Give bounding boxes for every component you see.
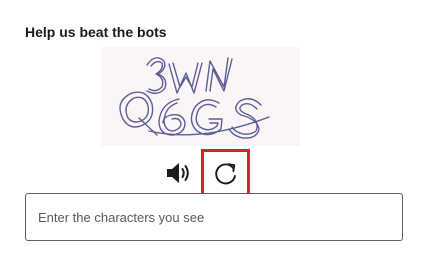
refresh-icon bbox=[214, 162, 236, 184]
refresh-captcha-button[interactable] bbox=[201, 149, 250, 198]
captcha-heading: Help us beat the bots bbox=[25, 24, 167, 40]
speaker-icon bbox=[167, 163, 189, 183]
captcha-answer-input[interactable] bbox=[25, 193, 403, 241]
audio-challenge-button[interactable] bbox=[160, 155, 196, 191]
captcha-image bbox=[101, 47, 300, 146]
captcha-panel: Help us beat the bots bbox=[0, 0, 432, 273]
